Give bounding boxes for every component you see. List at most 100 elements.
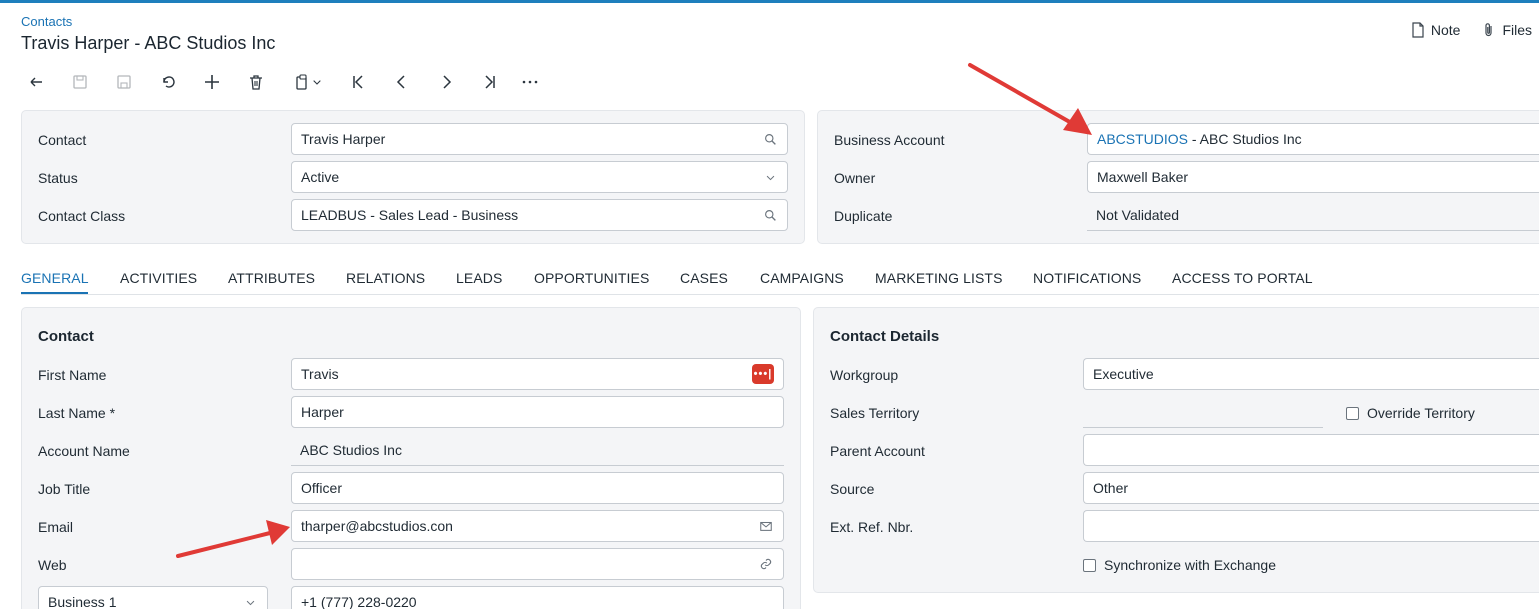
tab-campaigns[interactable]: CAMPAIGNS — [760, 270, 844, 286]
job-title-field[interactable]: Officer — [291, 472, 784, 504]
phone-type-dropdown[interactable]: Business 1 — [38, 586, 268, 609]
first-name-field[interactable]: Travis •••| — [291, 358, 784, 390]
web-label: Web — [38, 557, 67, 573]
undo-button[interactable] — [156, 70, 180, 94]
contact-class-value: LEADBUS - Sales Lead - Business — [301, 207, 519, 223]
chevron-down-icon — [313, 80, 321, 85]
undo-icon — [163, 76, 175, 88]
more-actions-button[interactable] — [518, 70, 542, 94]
tab-opportunities[interactable]: OPPORTUNITIES — [534, 270, 649, 286]
files-button[interactable]: Files — [1482, 22, 1532, 38]
search-icon[interactable] — [762, 131, 778, 147]
search-icon[interactable] — [762, 207, 778, 223]
tab-leads[interactable]: LEADS — [456, 270, 502, 286]
contact-section-title: Contact — [38, 328, 94, 345]
sync-exchange-checkbox[interactable]: Synchronize with Exchange — [1083, 557, 1276, 573]
save-button[interactable] — [112, 70, 136, 94]
summary-right-panel: Business Account ABCSTUDIOS - ABC Studio… — [817, 110, 1539, 244]
account-name-value: ABC Studios Inc — [300, 441, 402, 458]
business-account-selector[interactable]: ABCSTUDIOS - ABC Studios Inc — [1087, 123, 1539, 155]
status-dropdown[interactable]: Active — [291, 161, 788, 193]
required-marker: * — [109, 405, 116, 421]
override-territory-checkbox[interactable]: Override Territory — [1346, 405, 1475, 421]
parent-account-selector[interactable] — [1083, 434, 1539, 466]
checkbox-icon — [1346, 406, 1359, 420]
source-value: Other — [1093, 480, 1129, 496]
first-name-value: Travis — [301, 366, 339, 382]
more-icon — [522, 80, 538, 84]
override-territory-label: Override Territory — [1367, 405, 1475, 421]
account-name-field: ABC Studios Inc — [291, 434, 784, 466]
last-name-value: Harper — [301, 404, 344, 420]
next-icon — [443, 75, 452, 89]
duplicate-label: Duplicate — [834, 208, 893, 224]
email-label: Email — [38, 519, 74, 535]
contact-class-selector[interactable]: LEADBUS - Sales Lead - Business — [291, 199, 788, 231]
breadcrumb[interactable]: Contacts — [21, 14, 72, 29]
next-record-button[interactable] — [434, 70, 458, 94]
chevron-down-icon — [242, 594, 258, 609]
envelope-icon[interactable] — [758, 518, 774, 534]
tab-marketing-lists[interactable]: MARKETING LISTS — [875, 270, 1003, 286]
save-icon — [117, 75, 131, 89]
phone-type-value: Business 1 — [48, 594, 117, 609]
ext-ref-field[interactable] — [1083, 510, 1539, 542]
add-button[interactable] — [200, 70, 224, 94]
last-record-button[interactable] — [478, 70, 502, 94]
active-tab-indicator — [21, 292, 88, 294]
contact-details-title: Contact Details — [830, 328, 940, 345]
contact-details-section: Contact Details Workgroup Executive Sale… — [813, 307, 1539, 593]
first-icon — [353, 75, 363, 89]
owner-selector[interactable]: Maxwell Baker — [1087, 161, 1539, 193]
parent-account-label: Parent Account — [830, 443, 925, 459]
workgroup-value: Executive — [1093, 366, 1154, 382]
clipboard-menu-button[interactable] — [288, 70, 328, 94]
business-account-name: - ABC Studios Inc — [1188, 131, 1302, 147]
delete-button[interactable] — [244, 70, 268, 94]
job-title-value: Officer — [301, 480, 342, 496]
password-manager-icon[interactable]: •••| — [752, 364, 774, 384]
workgroup-label: Workgroup — [830, 367, 899, 383]
source-dropdown[interactable]: Other — [1083, 472, 1539, 504]
job-title-label: Job Title — [38, 481, 91, 497]
tab-notifications[interactable]: NOTIFICATIONS — [1033, 270, 1141, 286]
back-button[interactable] — [24, 70, 48, 94]
sales-territory-label: Sales Territory — [830, 405, 920, 421]
last-icon — [485, 75, 495, 89]
note-button[interactable]: Note — [1411, 22, 1460, 38]
phone-value: +1 (777) 228-0220 — [301, 594, 417, 609]
contact-class-label: Contact Class — [38, 208, 126, 224]
business-account-link[interactable]: ABCSTUDIOS — [1097, 131, 1188, 147]
workgroup-selector[interactable]: Executive — [1083, 358, 1539, 390]
previous-record-button[interactable] — [390, 70, 414, 94]
email-field[interactable]: tharper@abcstudios.con — [291, 510, 784, 542]
contact-value: Travis Harper — [301, 131, 386, 147]
page-title: Travis Harper - ABC Studios Inc — [21, 33, 276, 53]
tab-cases[interactable]: CASES — [680, 270, 728, 286]
phone-field[interactable]: +1 (777) 228-0220 — [291, 586, 784, 609]
tab-general[interactable]: GENERAL — [21, 270, 89, 286]
web-field[interactable] — [291, 548, 784, 580]
last-name-label: Last Name * — [38, 405, 115, 421]
first-record-button[interactable] — [346, 70, 370, 94]
last-name-field[interactable]: Harper — [291, 396, 784, 428]
owner-label: Owner — [834, 170, 876, 186]
tab-activities[interactable]: ACTIVITIES — [120, 270, 197, 286]
sync-exchange-label: Synchronize with Exchange — [1104, 557, 1276, 573]
owner-value: Maxwell Baker — [1097, 169, 1189, 185]
save-close-button[interactable] — [68, 70, 92, 94]
clipboard-icon — [296, 74, 307, 90]
link-icon[interactable] — [758, 556, 774, 572]
tab-bar: GENERAL ACTIVITIES ATTRIBUTES RELATIONS … — [21, 262, 1539, 295]
top-accent-line — [0, 0, 1539, 3]
email-value: tharper@abcstudios.con — [301, 518, 453, 534]
duplicate-value: Not Validated — [1096, 206, 1180, 223]
contact-selector[interactable]: Travis Harper — [291, 123, 788, 155]
chevron-down-icon — [762, 169, 778, 185]
tab-attributes[interactable]: ATTRIBUTES — [228, 270, 315, 286]
tab-relations[interactable]: RELATIONS — [346, 270, 425, 286]
files-label: Files — [1502, 22, 1532, 38]
top-actions: Note Files — [1411, 22, 1532, 38]
ext-ref-label: Ext. Ref. Nbr. — [830, 519, 914, 535]
tab-access-to-portal[interactable]: ACCESS TO PORTAL — [1172, 270, 1313, 286]
